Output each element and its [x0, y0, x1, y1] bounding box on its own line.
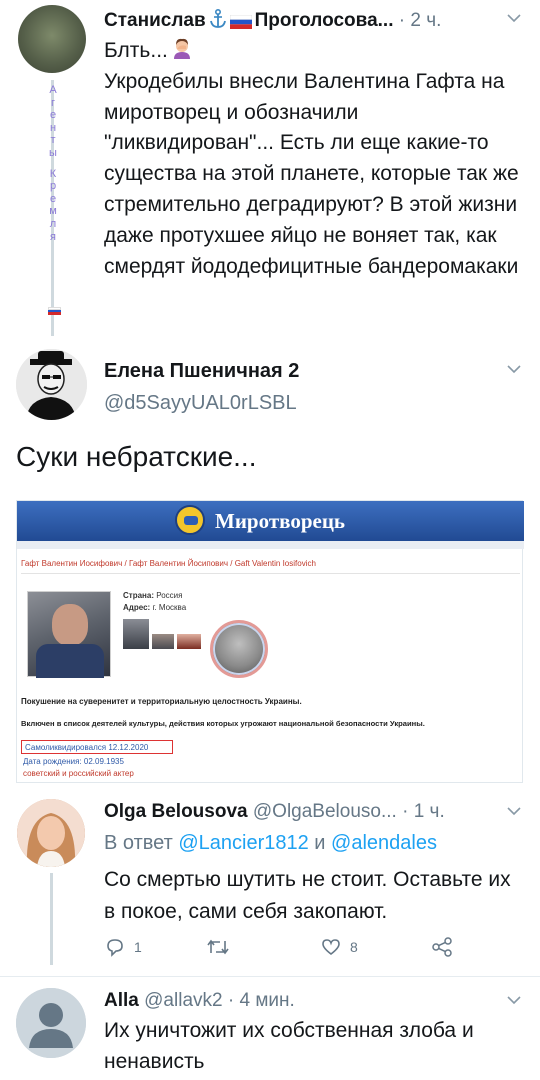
- avatar[interactable]: [17, 799, 85, 867]
- photo-thumbnail: [152, 634, 174, 649]
- side-letter: А: [49, 84, 57, 96]
- avatar[interactable]: [18, 5, 86, 73]
- side-letter: ы: [49, 146, 57, 159]
- reply-context: В ответ @Lancier1812 и @alendales: [104, 832, 437, 854]
- retweet-button[interactable]: [205, 934, 239, 960]
- embed-tag: советский и российский актер: [23, 769, 134, 778]
- reply-icon: [107, 939, 123, 957]
- tweet-lead: Блть...: [104, 39, 168, 62]
- user-handle[interactable]: @allavk2: [144, 990, 222, 1011]
- side-letter-column: АгентыКремля: [45, 84, 61, 243]
- avatar[interactable]: [16, 988, 86, 1058]
- anchor-icon: [209, 8, 226, 28]
- tweet-text: Их уничтожит их собственная злоба и нена…: [104, 1019, 474, 1073]
- chevron-down-icon[interactable]: [505, 805, 523, 817]
- embed-site-title: Миротворець: [215, 509, 346, 533]
- side-letter: г: [50, 96, 55, 109]
- side-letter: е: [49, 192, 57, 205]
- embedded-image[interactable]: Миротворець Гафт Валентин Иосифович / Га…: [16, 500, 524, 783]
- side-letter: т: [50, 134, 56, 147]
- timestamp[interactable]: 1 ч.: [414, 801, 445, 822]
- russian-flag-icon: [48, 307, 61, 315]
- embed-accusation: Включен в список деятелей культуры, дейс…: [21, 719, 425, 728]
- tweet-header: Alla @allavk2 · 4 мин.: [104, 990, 295, 1011]
- side-letter: р: [49, 180, 57, 193]
- side-letter: я: [50, 230, 56, 243]
- heart-icon: [322, 939, 340, 956]
- display-name-suffix[interactable]: Проголосова...: [255, 10, 394, 31]
- tweet-text: Суки небратские...: [16, 441, 257, 472]
- ukraine-map-logo-icon: [175, 505, 205, 535]
- display-name[interactable]: Станислав: [104, 10, 206, 31]
- embed-accusation: Покушение на суверенитет и территориальн…: [21, 697, 302, 706]
- side-letter: К: [49, 167, 57, 180]
- chevron-down-icon[interactable]: [505, 12, 523, 24]
- embed-nav-bar: [17, 541, 524, 549]
- photo-thumbnail: [177, 634, 201, 649]
- mention-link[interactable]: @alendales: [331, 832, 437, 854]
- avatar[interactable]: [16, 349, 87, 420]
- tweet-header: Olga Belousova @OlgaBelouso... · 1 ч.: [104, 801, 445, 822]
- side-letter: м: [49, 205, 57, 218]
- profile-photo: [27, 591, 111, 678]
- user-handle[interactable]: @OlgaBelouso...: [253, 801, 397, 822]
- mention-link[interactable]: @Lancier1812: [178, 832, 308, 854]
- share-button[interactable]: [430, 934, 454, 960]
- reply-count: 1: [134, 939, 142, 955]
- embed-address: Адрес: г. Москва: [123, 603, 187, 612]
- embed-birth-date: Дата рождения: 02.09.1935: [23, 757, 124, 766]
- embed-breadcrumb: Гафт Валентин Иосифович / Гафт Валентин …: [21, 559, 316, 568]
- chevron-down-icon[interactable]: [505, 994, 523, 1006]
- side-letter: л: [49, 217, 57, 230]
- stamp-portrait-icon: [210, 620, 268, 678]
- photo-thumbnail: [123, 619, 149, 649]
- display-name[interactable]: Olga Belousova: [104, 801, 248, 822]
- chevron-down-icon[interactable]: [505, 363, 523, 375]
- timestamp[interactable]: 2 ч.: [410, 10, 441, 31]
- user-handle[interactable]: @d5SayyUAL0rLSBL: [104, 392, 297, 415]
- facepalm-emoji-icon: [173, 38, 190, 59]
- retweet-icon: [207, 939, 229, 955]
- tweet-text: Блть... Укродебилы внесли Валентина Гафт…: [104, 36, 524, 282]
- reply-button[interactable]: 1: [104, 934, 142, 960]
- like-button[interactable]: 8: [320, 934, 358, 960]
- display-name[interactable]: Alla: [104, 990, 139, 1011]
- tweet-body: Укродебилы внесли Валентина Гафта на мир…: [104, 69, 519, 278]
- divider: [0, 976, 540, 977]
- like-count: 8: [350, 939, 358, 955]
- share-icon: [432, 937, 452, 957]
- embed-country: Страна: Россия: [123, 591, 183, 600]
- thread-line: [50, 873, 53, 965]
- tweet-text: Со смертью шутить не стоит. Оставьте их …: [104, 868, 511, 923]
- timestamp[interactable]: 4 мин.: [239, 990, 294, 1011]
- russian-flag-icon: [229, 14, 252, 29]
- embed-status-box: Самоликвидировался 12.12.2020: [21, 740, 173, 754]
- side-letter: е: [49, 109, 57, 122]
- tweet-header: Станислав Проголосова... · 2 ч.: [104, 8, 442, 31]
- display-name[interactable]: Елена Пшеничная 2: [104, 360, 299, 383]
- side-letter: н: [49, 121, 57, 134]
- divider: [21, 573, 520, 574]
